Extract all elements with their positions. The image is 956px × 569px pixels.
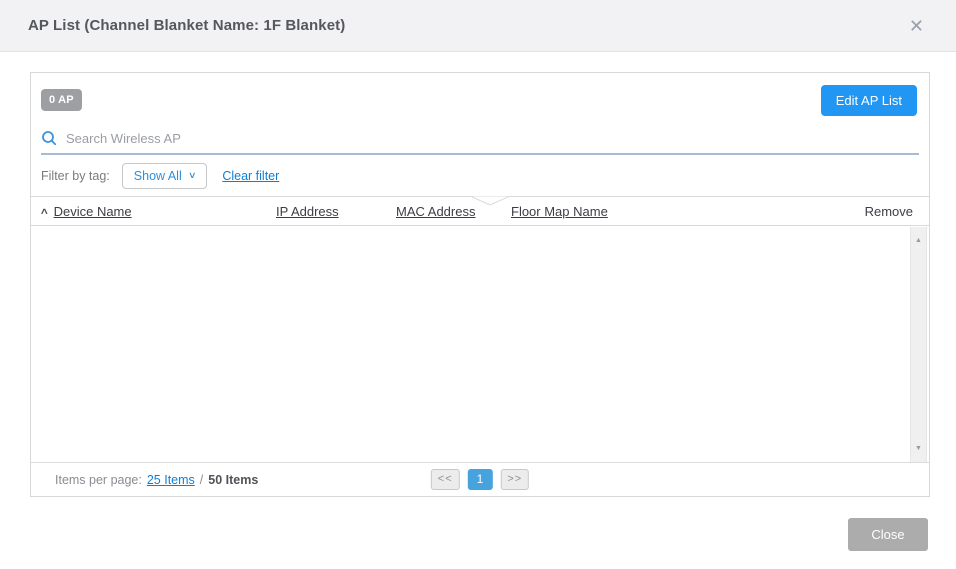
scrollbar[interactable]: ▲ ▼: [910, 227, 927, 462]
table-footer: Items per page: 25 Items / 50 Items << 1…: [31, 462, 929, 496]
items-per-page-link[interactable]: 25 Items: [147, 473, 195, 487]
column-header-remove: Remove: [864, 203, 913, 219]
close-icon[interactable]: ✕: [905, 13, 928, 39]
panel-toolbar: 0 AP Edit AP List: [31, 73, 929, 127]
search-icon: [41, 130, 57, 146]
column-header-ip-address[interactable]: IP Address: [276, 204, 339, 219]
column-header-device-name[interactable]: Device Name: [54, 204, 132, 219]
pagination-prev-button[interactable]: <<: [430, 469, 460, 490]
edit-ap-list-button[interactable]: Edit AP List: [820, 84, 917, 116]
filter-by-tag-label: Filter by tag:: [41, 168, 110, 183]
ap-list-panel: 0 AP Edit AP List Filter by tag: Show Al…: [30, 72, 930, 497]
items-separator: /: [199, 472, 204, 487]
pagination: << 1 >>: [430, 469, 530, 490]
chevron-down-icon: ∨: [187, 170, 197, 180]
column-header-mac-address[interactable]: MAC Address: [396, 204, 475, 219]
pagination-next-button[interactable]: >>: [500, 469, 530, 490]
tag-filter-value: Show All: [133, 168, 182, 183]
filter-bar: Filter by tag: Show All ∨ Clear filter: [31, 155, 929, 196]
close-button[interactable]: Close: [848, 518, 928, 551]
clear-filter-link[interactable]: Clear filter: [222, 169, 279, 183]
scroll-up-icon[interactable]: ▲: [911, 237, 926, 244]
ap-list-dialog: AP List (Channel Blanket Name: 1F Blanke…: [0, 0, 956, 569]
pagination-page-1-button[interactable]: 1: [467, 469, 493, 490]
search-input[interactable]: [66, 130, 919, 146]
ap-count-badge: 0 AP: [41, 89, 82, 111]
divider-notch-icon: [471, 196, 509, 206]
column-header-floor-map-name[interactable]: Floor Map Name: [511, 204, 608, 219]
total-items-label: 50 Items: [208, 472, 259, 487]
dialog-header: AP List (Channel Blanket Name: 1F Blanke…: [0, 0, 956, 52]
search-bar: [41, 127, 919, 155]
page-title: AP List (Channel Blanket Name: 1F Blanke…: [28, 17, 346, 34]
table-body-empty: ▲ ▼: [31, 226, 929, 462]
sort-asc-icon: ∧: [39, 205, 50, 216]
table-header-row: ∧ Device Name IP Address MAC Address Flo…: [31, 196, 929, 226]
tag-filter-dropdown[interactable]: Show All ∨: [121, 162, 208, 189]
scroll-down-icon[interactable]: ▼: [911, 445, 926, 452]
items-per-page-label: Items per page:: [55, 472, 142, 487]
